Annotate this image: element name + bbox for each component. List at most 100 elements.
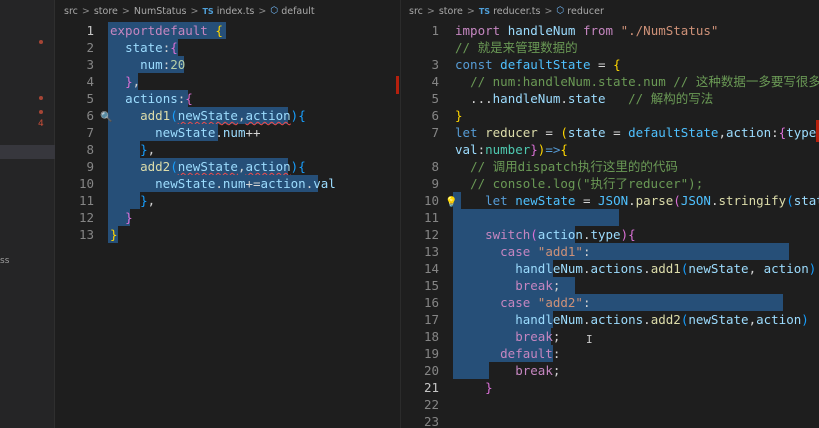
breadcrumb: src > store > TS reducer.ts > ⬡ reducer (401, 0, 819, 22)
editor-pane-index-ts[interactable]: src > store > NumStatus > TS index.ts > ⬡ default … (56, 0, 394, 428)
breadcrumb-separator-icon: > (426, 5, 435, 17)
line-number: 4 (86, 74, 94, 89)
code-line[interactable]: 17 handleNum.actions.add2(newState,actio… (401, 311, 819, 328)
code-text: exportdefault { (110, 23, 223, 38)
code-line[interactable]: 23 (401, 413, 819, 428)
code-line[interactable]: 21 } (401, 379, 819, 396)
code-line[interactable]: 8 }, (56, 141, 394, 158)
code-line[interactable]: 16 case "add2": (401, 294, 819, 311)
code-line[interactable]: 13} (56, 226, 394, 243)
code-line[interactable]: 22 (401, 396, 819, 413)
code-area[interactable]: 1 exportdefault {2 state:{3 num:20 4 }, 5 a… (56, 22, 394, 243)
line-number: 5 (86, 91, 94, 106)
code-text: ...handleNum.state // 解构的写法 (455, 91, 714, 106)
breadcrumb-item[interactable]: NumStatus (134, 6, 187, 17)
code-text: break; (515, 363, 561, 378)
breadcrumb-item[interactable]: index.ts (217, 6, 255, 17)
breadcrumb-item[interactable]: default (281, 6, 314, 17)
line-number: 2 (86, 40, 94, 55)
code-line[interactable]: 9 // console.log("执行了reducer"); (401, 175, 819, 192)
breadcrumb-separator-icon: > (81, 5, 90, 17)
code-text: handleNum.actions.add2(newState,action) (515, 312, 809, 327)
code-text: break; (515, 278, 561, 293)
symbol-icon: ⬡ (270, 6, 279, 16)
selection-highlight (453, 209, 619, 226)
code-text: const defaultState = { (455, 57, 621, 72)
code-area[interactable]: 1 import handleNum from "./NumStatus" // 就… (401, 22, 819, 428)
line-number: 21 (423, 380, 439, 395)
line-number: 15 (423, 278, 439, 293)
explorer-sidebar: 4 ss (0, 0, 55, 428)
code-text: switch(action.type){ (485, 227, 636, 242)
typescript-file-icon: TS (478, 6, 491, 16)
code-text: // console.log("执行了reducer"); (470, 176, 704, 191)
code-line[interactable]: 2 state:{ (56, 39, 394, 56)
code-line[interactable]: 1 exportdefault { (56, 22, 394, 39)
breadcrumb-item[interactable]: src (64, 6, 78, 17)
line-number: 10 (423, 193, 439, 208)
code-line[interactable]: val:number})=>{ (401, 141, 819, 158)
line-number: 8 (431, 159, 439, 174)
code-line[interactable]: 9 add2(newState,action){ (56, 158, 394, 175)
code-line[interactable]: 6} (401, 107, 819, 124)
breadcrumb: src > store > NumStatus > TS index.ts > ⬡ default (56, 0, 394, 22)
line-number: 10 (78, 176, 94, 191)
code-text: actions:{ (125, 91, 193, 106)
code-line[interactable]: 7 newState.num++ (56, 124, 394, 141)
code-line[interactable]: 10 💡 let newState = JSON.parse(JSON.strin… (401, 192, 819, 209)
error-dot-icon (39, 110, 43, 114)
line-number: 20 (423, 363, 439, 378)
code-line[interactable]: 18 break; (401, 328, 819, 345)
line-number: 19 (423, 346, 439, 361)
code-line[interactable]: 14 handleNum.actions.add1(newState, acti… (401, 260, 819, 277)
code-line[interactable]: 11 }, (56, 192, 394, 209)
breadcrumb-item[interactable]: src (409, 6, 423, 17)
breadcrumb-item[interactable]: store (439, 6, 463, 17)
code-line[interactable]: 7 let reducer = (state = defaultState,act… (401, 124, 819, 141)
code-line[interactable]: 6 🔍 add1(newState,action){ (56, 107, 394, 124)
line-number: 6 (86, 108, 94, 123)
breadcrumb-item[interactable]: reducer.ts (493, 6, 540, 17)
typescript-file-icon: TS (202, 6, 214, 16)
breadcrumb-separator-icon: > (190, 5, 199, 17)
line-number: 3 (431, 57, 439, 72)
code-line[interactable]: 4 // num:handleNum.state.num // 这种数据一多要写… (401, 73, 819, 90)
symbol-icon: ⬡ (556, 6, 565, 16)
code-line[interactable]: 3 const defaultState = { (401, 56, 819, 73)
code-line[interactable]: 12 switch(action.type){ (401, 226, 819, 243)
code-line[interactable]: 13 case "add1": (401, 243, 819, 260)
code-text: add1(newState,action){ (140, 108, 306, 123)
code-line[interactable]: 5 actions:{ (56, 90, 394, 107)
breadcrumb-separator-icon: > (544, 5, 553, 17)
line-number: 7 (431, 125, 439, 140)
code-line[interactable]: 5 ...handleNum.state // 解构的写法 (401, 90, 819, 107)
problem-count-badge: 4 (38, 119, 44, 129)
breadcrumb-item[interactable]: store (94, 6, 118, 17)
line-number: 11 (423, 210, 439, 225)
breadcrumb-item[interactable]: reducer (567, 6, 604, 17)
code-text: state:{ (125, 40, 178, 55)
code-line[interactable]: 19 default: (401, 345, 819, 362)
code-text: add2(newState,action){ (140, 159, 306, 174)
code-text: } (455, 108, 463, 123)
code-line[interactable]: 10 newState.num+=action.val (56, 175, 394, 192)
code-text: // 调用dispatch执行这里的的代码 (470, 159, 678, 174)
code-line[interactable]: 8 // 调用dispatch执行这里的的代码 (401, 158, 819, 175)
code-line[interactable]: // 就是来管理数据的 (401, 39, 819, 56)
line-number: 7 (86, 125, 94, 140)
code-line[interactable]: 3 num:20 (56, 56, 394, 73)
code-line[interactable]: 12 } (56, 209, 394, 226)
code-line[interactable]: 11 (401, 209, 819, 226)
code-text: val:number})=>{ (455, 142, 568, 157)
line-number: 12 (78, 210, 94, 225)
code-line[interactable]: 20 break; (401, 362, 819, 379)
code-line[interactable]: 15 break; (401, 277, 819, 294)
line-number: 12 (423, 227, 439, 242)
selected-file-row[interactable] (0, 145, 55, 159)
editor-pane-reducer-ts[interactable]: src > store > TS reducer.ts > ⬡ reducer 1 import … (400, 0, 819, 428)
code-line[interactable]: 1 import handleNum from "./NumStatus" (401, 22, 819, 39)
line-number: 18 (423, 329, 439, 344)
breadcrumb-separator-icon: > (121, 5, 130, 17)
mouse-ibeam-cursor-icon: I (586, 333, 593, 346)
code-line[interactable]: 4 }, (56, 73, 394, 90)
